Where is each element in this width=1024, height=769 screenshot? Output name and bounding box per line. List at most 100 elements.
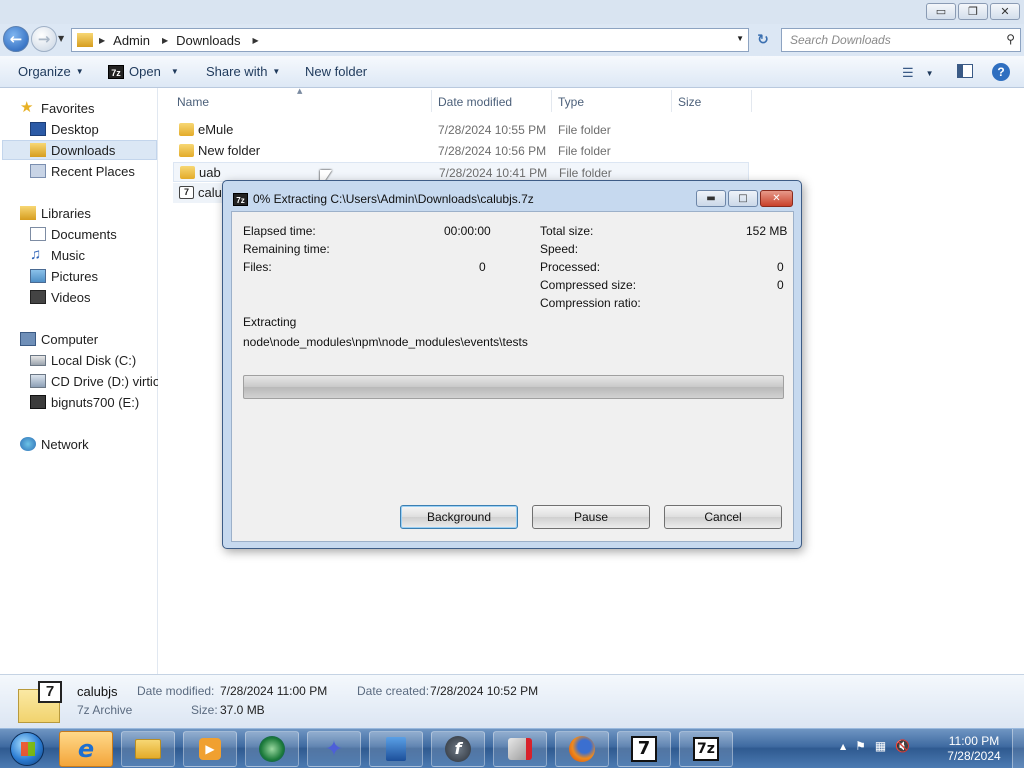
- taskbar-7zip[interactable]: 7z: [679, 731, 733, 767]
- sidebar-item-downloads[interactable]: Downloads: [2, 140, 157, 160]
- computer-label: Computer: [41, 331, 99, 347]
- sidebar-item-videos[interactable]: Videos: [30, 287, 91, 307]
- compressed-size-value: 0: [777, 278, 784, 292]
- sidebar-item-bignuts700[interactable]: bignuts700 (E:): [30, 392, 139, 412]
- details-file-type: 7z Archive: [77, 703, 133, 717]
- current-file-path: node\node_modules\npm\node_modules\event…: [243, 335, 528, 349]
- 7zip-icon: 7z: [108, 64, 124, 79]
- file-name: eMule: [198, 122, 234, 137]
- close-button[interactable]: ✕: [990, 3, 1020, 20]
- taskbar-explorer[interactable]: [121, 731, 175, 767]
- address-dropdown-icon[interactable]: ▼: [736, 34, 744, 43]
- help-button[interactable]: ?: [992, 63, 1010, 81]
- column-header-size[interactable]: Size: [678, 92, 701, 112]
- maximize-icon: □: [738, 193, 748, 204]
- extracting-label: Extracting: [243, 315, 297, 329]
- system-tray: ▲ ⚑ ▦ 🔇: [840, 739, 910, 753]
- taskbar-app-10[interactable]: 7: [617, 731, 671, 767]
- back-button[interactable]: ←: [3, 26, 29, 52]
- media-player-icon: ▶: [197, 736, 223, 762]
- sidebar-item-label: Videos: [51, 289, 91, 305]
- breadcrumb-admin[interactable]: Admin: [113, 33, 150, 48]
- taskbar-internet-explorer[interactable]: e: [59, 731, 113, 767]
- pause-button[interactable]: Pause: [532, 505, 650, 529]
- taskbar-app-8[interactable]: [493, 731, 547, 767]
- speed-label: Speed:: [540, 242, 579, 256]
- sidebar-item-recent-places[interactable]: Recent Places: [30, 161, 135, 181]
- dialog-close-button[interactable]: ✕: [760, 190, 793, 207]
- view-options-button[interactable]: ☰ ▼: [902, 65, 934, 81]
- organize-label: Organize: [18, 64, 71, 79]
- details-pane: 7 calubjs 7z Archive Date modified: 7/28…: [0, 674, 1024, 728]
- share-with-button[interactable]: Share with ▼: [206, 64, 280, 79]
- search-icon[interactable]: ⚲: [1006, 32, 1015, 46]
- sidebar-item-cd-drive[interactable]: CD Drive (D:) virtio-w: [30, 371, 158, 391]
- preview-pane-icon: [957, 64, 973, 78]
- forward-button[interactable]: →: [31, 26, 57, 52]
- breadcrumb-downloads[interactable]: Downloads: [176, 33, 240, 48]
- background-button[interactable]: Background: [400, 505, 518, 529]
- address-bar[interactable]: ▶ Admin ▶ Downloads ▶ ▼: [71, 28, 749, 52]
- hard-drive-icon: [30, 354, 46, 366]
- sidebar-item-local-disk[interactable]: Local Disk (C:): [30, 350, 136, 370]
- start-button[interactable]: [2, 731, 52, 767]
- total-size-value: 152 MB: [746, 224, 788, 238]
- column-header-type[interactable]: Type: [558, 92, 584, 112]
- computer-header[interactable]: Computer: [20, 329, 98, 349]
- file-row-emule[interactable]: eMule 7/28/2024 10:55 PM File folder: [173, 120, 749, 140]
- libraries-header[interactable]: Libraries: [20, 203, 91, 223]
- taskbar-app-4[interactable]: [245, 731, 299, 767]
- cancel-button[interactable]: Cancel: [664, 505, 782, 529]
- sidebar-item-label: Music: [51, 247, 85, 263]
- column-divider[interactable]: [551, 90, 552, 112]
- size-label: Size:: [191, 703, 218, 717]
- organize-button[interactable]: Organize ▼: [18, 64, 84, 79]
- sidebar-item-label: Recent Places: [51, 163, 135, 179]
- minimize-button[interactable]: ▭: [926, 3, 956, 20]
- file-row-uab[interactable]: uab 7/28/2024 10:41 PM File folder: [173, 162, 749, 182]
- arrow-left-icon: ←: [9, 30, 23, 48]
- recent-pages-dropdown[interactable]: ▼: [58, 34, 64, 43]
- date-modified-label: Date modified:: [137, 684, 215, 698]
- arrow-right-icon: →: [37, 30, 51, 48]
- maximize-button[interactable]: ❐: [958, 3, 988, 20]
- dialog-maximize-button[interactable]: □: [728, 190, 758, 207]
- preview-pane-button[interactable]: [957, 64, 973, 78]
- search-input[interactable]: Search Downloads ⚲: [781, 28, 1021, 52]
- taskbar-firefox[interactable]: [555, 731, 609, 767]
- sidebar-item-documents[interactable]: Documents: [30, 224, 117, 244]
- show-desktop-button[interactable]: [1012, 729, 1024, 769]
- file-row-new-folder[interactable]: New folder 7/28/2024 10:56 PM File folde…: [173, 141, 749, 161]
- open-button[interactable]: 7z Open ▼: [108, 64, 179, 79]
- favorites-label: Favorites: [41, 100, 95, 116]
- column-header-date-modified[interactable]: Date modified: [438, 92, 512, 112]
- volume-muted-icon[interactable]: 🔇: [895, 739, 910, 753]
- sidebar-item-music[interactable]: ♫ Music: [30, 245, 85, 265]
- window-titlebar: ▭ ❐ ✕: [0, 0, 1024, 24]
- sidebar-item-label: Pictures: [51, 268, 98, 284]
- taskbar-app-5[interactable]: ✦: [307, 731, 361, 767]
- column-divider[interactable]: [751, 90, 752, 112]
- taskbar-app-6[interactable]: [369, 731, 423, 767]
- breadcrumb-arrow-icon: ▶: [99, 35, 106, 45]
- column-divider[interactable]: [431, 90, 432, 112]
- refresh-button[interactable]: ↻: [752, 29, 774, 51]
- dialog-minimize-button[interactable]: ▬: [696, 190, 726, 207]
- taskbar-media-player[interactable]: ▶: [183, 731, 237, 767]
- favorites-header[interactable]: ★ Favorites: [20, 98, 94, 118]
- new-folder-button[interactable]: New folder: [305, 64, 367, 79]
- date-modified-value: 7/28/2024 11:00 PM: [220, 684, 328, 698]
- show-hidden-icons-icon[interactable]: ▲: [840, 742, 846, 751]
- column-header-name[interactable]: Name: [177, 92, 209, 112]
- network-header[interactable]: Network: [20, 434, 89, 454]
- flag-icon[interactable]: ⚑: [855, 739, 866, 753]
- total-size-label: Total size:: [540, 224, 594, 238]
- column-divider[interactable]: [671, 90, 672, 112]
- taskbar-flash[interactable]: f: [431, 731, 485, 767]
- sidebar-item-pictures[interactable]: Pictures: [30, 266, 98, 286]
- sidebar-item-desktop[interactable]: Desktop: [30, 119, 99, 139]
- sidebar-item-label: Downloads: [51, 142, 116, 158]
- paint-app-icon: [507, 736, 533, 762]
- taskbar-clock[interactable]: 11:00 PM 7/28/2024: [944, 734, 1004, 764]
- network-tray-icon[interactable]: ▦: [875, 739, 886, 753]
